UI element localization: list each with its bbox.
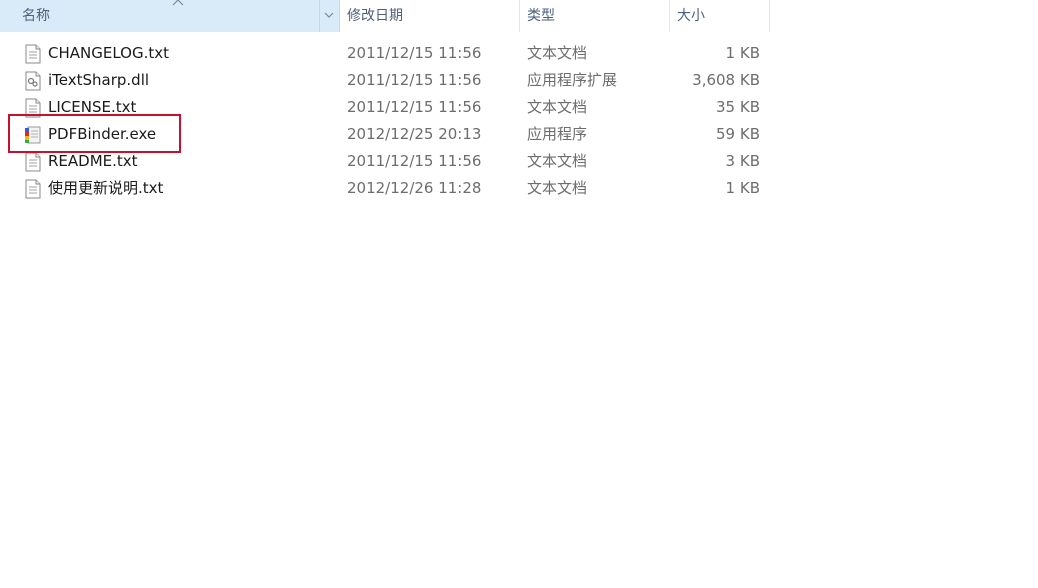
file-row[interactable]: LICENSE.txt 2011/12/15 11:56 文本文档 35 KB xyxy=(0,94,770,121)
file-name: README.txt xyxy=(48,152,138,170)
file-type: 应用程序 xyxy=(527,125,588,143)
column-header-bar: 名称 修改日期 类型 大小 xyxy=(0,0,770,32)
file-name: 使用更新说明.txt xyxy=(48,179,164,197)
file-list: CHANGELOG.txt 2011/12/15 11:56 文本文档 1 KB… xyxy=(0,40,770,202)
column-header-name[interactable]: 名称 xyxy=(0,0,340,32)
text-file-icon xyxy=(25,152,41,172)
file-date: 2011/12/15 11:56 xyxy=(347,152,482,170)
file-size: 59 KB xyxy=(716,125,760,143)
chevron-down-icon xyxy=(324,12,334,18)
file-type: 应用程序扩展 xyxy=(527,71,618,89)
file-row[interactable]: README.txt 2011/12/15 11:56 文本文档 3 KB xyxy=(0,148,770,175)
file-date: 2012/12/25 20:13 xyxy=(347,125,482,143)
file-row[interactable]: CHANGELOG.txt 2011/12/15 11:56 文本文档 1 KB xyxy=(0,40,770,67)
column-header-name-label: 名称 xyxy=(22,8,50,24)
column-filter-dropdown[interactable] xyxy=(319,0,339,32)
dll-file-icon xyxy=(25,71,41,91)
file-type: 文本文档 xyxy=(527,179,588,197)
column-header-size-label: 大小 xyxy=(677,8,705,24)
file-date: 2011/12/15 11:56 xyxy=(347,44,482,62)
file-size: 1 KB xyxy=(725,179,760,197)
text-file-icon xyxy=(25,44,41,64)
file-size: 3 KB xyxy=(725,152,760,170)
file-row[interactable]: PDFBinder.exe 2012/12/25 20:13 应用程序 59 K… xyxy=(0,121,770,148)
file-type: 文本文档 xyxy=(527,152,588,170)
file-type: 文本文档 xyxy=(527,98,588,116)
file-name: PDFBinder.exe xyxy=(48,125,157,143)
file-type: 文本文档 xyxy=(527,44,588,62)
sort-ascending-icon xyxy=(172,0,184,6)
file-date: 2011/12/15 11:56 xyxy=(347,71,482,89)
file-size: 3,608 KB xyxy=(692,71,760,89)
file-name: LICENSE.txt xyxy=(48,98,137,116)
file-size: 1 KB xyxy=(725,44,760,62)
column-header-type[interactable]: 类型 xyxy=(520,0,670,32)
file-name: CHANGELOG.txt xyxy=(48,44,169,62)
file-explorer: 名称 修改日期 类型 大小 CHANGELOG.txt 2011/12/15 1… xyxy=(0,0,1038,588)
pdfbinder-app-icon xyxy=(25,126,41,144)
file-row[interactable]: iTextSharp.dll 2011/12/15 11:56 应用程序扩展 3… xyxy=(0,67,770,94)
file-name: iTextSharp.dll xyxy=(48,71,150,89)
column-header-date-label: 修改日期 xyxy=(347,8,403,24)
column-header-type-label: 类型 xyxy=(527,8,555,24)
text-file-icon xyxy=(25,179,41,199)
file-date: 2012/12/26 11:28 xyxy=(347,179,482,197)
column-header-date[interactable]: 修改日期 xyxy=(340,0,520,32)
file-size: 35 KB xyxy=(716,98,760,116)
column-header-size[interactable]: 大小 xyxy=(670,0,770,32)
file-date: 2011/12/15 11:56 xyxy=(347,98,482,116)
file-row[interactable]: 使用更新说明.txt 2012/12/26 11:28 文本文档 1 KB xyxy=(0,175,770,202)
text-file-icon xyxy=(25,98,41,118)
